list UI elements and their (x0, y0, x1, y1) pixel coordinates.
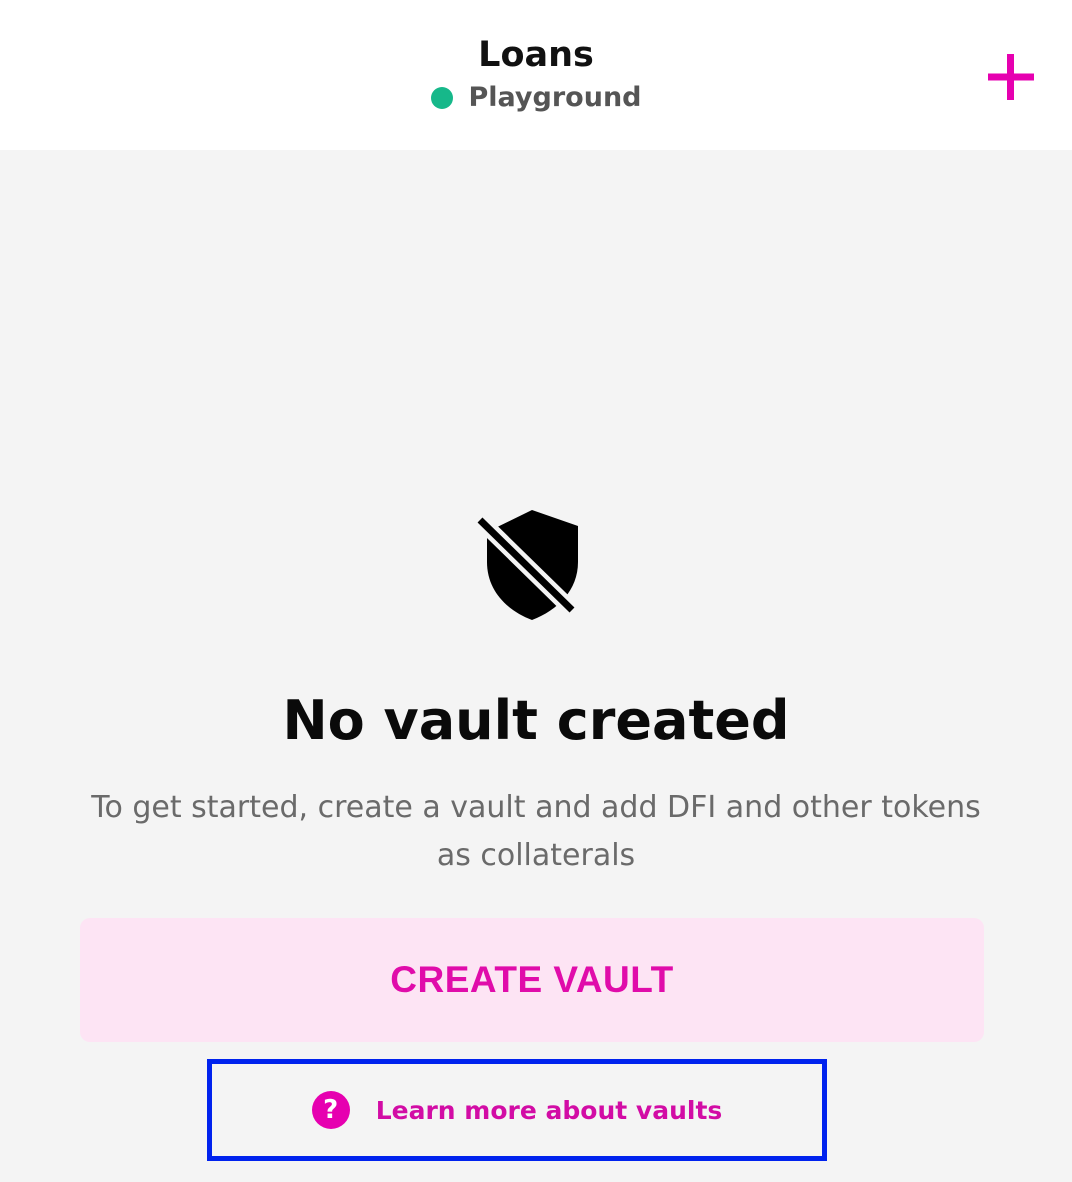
learn-more-vaults-link[interactable]: ? Learn more about vaults (207, 1059, 827, 1161)
create-vault-label: CREATE VAULT (390, 959, 674, 1000)
page-title: Loans (478, 35, 594, 75)
network-label: Playground (468, 82, 642, 113)
help-icon: ? (311, 1091, 350, 1129)
create-vault-button[interactable]: CREATE VAULT (80, 918, 984, 1042)
shield-off-icon (474, 506, 590, 624)
vaults-empty-state: No vault created To get started, create … (0, 150, 1072, 1182)
empty-state-title: No vault created (282, 689, 790, 752)
empty-state-description: To get started, create a vault and add D… (91, 790, 981, 873)
network-indicator[interactable]: Playground (0, 80, 1072, 116)
app-header: Loans Playground (0, 0, 1072, 150)
add-vault-button[interactable] (980, 46, 1042, 108)
network-status-dot (430, 87, 453, 109)
learn-more-label: Learn more about vaults (375, 1095, 723, 1125)
plus-icon (988, 54, 1034, 100)
